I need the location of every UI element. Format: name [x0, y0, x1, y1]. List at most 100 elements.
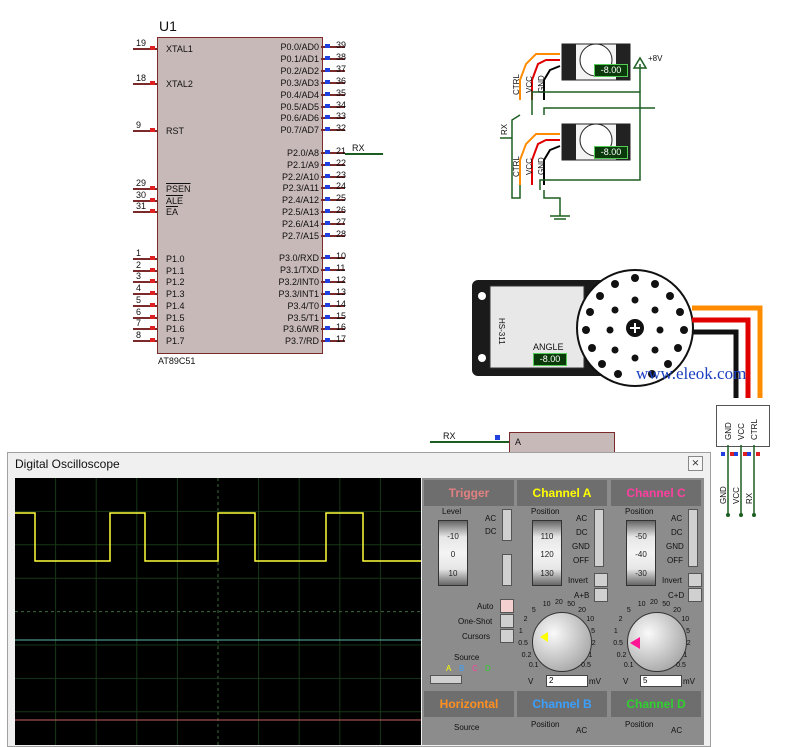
mcu-pin-number: 24	[336, 181, 347, 191]
channel-c-position-label: Position	[625, 507, 654, 516]
mcu-pin-number: 15	[336, 311, 347, 321]
mcu-pin-marker	[150, 256, 155, 260]
dial-scale-label: 2	[618, 616, 623, 624]
window-title: Digital Oscilloscope	[15, 457, 120, 471]
dial-scale-label: 2	[523, 616, 528, 624]
dial-scale-label: 0.1	[623, 662, 634, 670]
mcu-pin-name: P2.5/A13	[281, 207, 319, 217]
mcu-pin-name: P0.4/AD4	[280, 90, 319, 100]
mcu-pin-number: 16	[336, 322, 347, 332]
trigger-ac: AC	[485, 514, 497, 523]
trigger-source-label: Source	[454, 653, 480, 662]
servo2-readout: -8.00	[594, 146, 628, 159]
mcu-pin-number: 22	[336, 158, 347, 168]
mcu-pin-number: 34	[336, 100, 347, 110]
channel-c-coupling-switch[interactable]	[688, 509, 698, 567]
mcu-pin-name: XTAL1	[166, 44, 193, 54]
mcu-pin-name: P2.6/A14	[281, 219, 319, 229]
trigger-coupling-switch[interactable]	[502, 509, 512, 541]
trigger-mode-oneshot: One-Shot	[458, 617, 493, 626]
mcu-pin-number: 11	[336, 263, 346, 273]
close-icon[interactable]: ⨯	[688, 456, 703, 471]
mcu-pin-marker	[150, 186, 155, 190]
mcu-pin-name: P3.3/INT1	[278, 289, 319, 299]
mcu-reference: U1	[159, 18, 177, 34]
scope-display[interactable]	[15, 478, 421, 745]
connector-ctrl: CTRL	[750, 419, 759, 440]
mcu-pin-number: 27	[336, 217, 347, 227]
dial-scale-label: 10	[637, 601, 646, 609]
mcu-pin-name: P2.7/A15	[281, 231, 319, 241]
channel-a-ac: AC	[576, 514, 588, 523]
dial-scale-label: 1	[613, 627, 618, 635]
dial-scale-label: 2	[686, 640, 691, 648]
channel-c-gnd: GND	[666, 542, 684, 551]
mcu-pin-name: P3.4/T0	[287, 301, 319, 311]
dial-scale-label: 50	[662, 601, 671, 609]
mcu-pin-marker	[325, 326, 330, 330]
channel-c-combine-button[interactable]	[688, 588, 702, 602]
channel-a-dial-pointer	[540, 632, 548, 642]
dial-scale-label: 1	[683, 652, 688, 660]
mcu-pin-number: 31	[136, 201, 147, 211]
servo2-ctrl-pin: CTRL	[512, 156, 521, 177]
mcu-pin-name: P3.2/INT0	[278, 277, 319, 287]
mcu-pin-number: 7	[136, 318, 142, 328]
channel-a-coupling-switch[interactable]	[594, 509, 604, 567]
channel-c-dial-pointer	[630, 637, 640, 649]
mcu-pin-marker	[150, 81, 155, 85]
mcu-pin-marker	[325, 255, 330, 259]
mcu-pin-marker	[150, 326, 155, 330]
horizontal-header: Horizontal	[424, 691, 514, 717]
mcu-pin-name: P0.1/AD1	[280, 54, 319, 64]
mcu-pin-marker	[325, 267, 330, 271]
channel-c-invert-button[interactable]	[688, 573, 702, 587]
mcu-pin-number: 10	[336, 251, 347, 261]
mcu-pin-name: P0.6/AD6	[280, 113, 319, 123]
trigger-cursors-button[interactable]	[500, 629, 514, 643]
dial-scale-label: 20	[650, 599, 658, 606]
mcu-pin-name: P1.6	[166, 324, 185, 334]
large-servo-angle-label: ANGLE	[533, 342, 564, 352]
channel-d-position-label: Position	[625, 720, 654, 729]
mcu-pin-name: P1.2	[166, 277, 185, 287]
trigger-edge-switch[interactable]	[502, 554, 512, 586]
mcu-pin-name: RST	[166, 126, 184, 136]
connector-gnd: GND	[724, 422, 733, 440]
channel-a-invert-button[interactable]	[594, 573, 608, 587]
mcu-pin-number: 33	[336, 111, 347, 121]
channel-c-dial-value: 5	[640, 675, 682, 687]
trigger-tick-10: 10	[448, 569, 458, 578]
mcu-pin-number: 9	[136, 120, 142, 130]
channel-d-ac: AC	[671, 726, 683, 735]
channel-d-header: Channel D	[611, 691, 701, 717]
mcu-pin-name: P3.5/T1	[287, 313, 319, 323]
large-servo-readout: -8.00	[533, 353, 567, 366]
dial-scale-label: 5	[531, 607, 536, 615]
mcu-pin-number: 39	[336, 40, 347, 50]
connector-leads	[721, 445, 760, 517]
channel-a-invert: Invert	[568, 576, 589, 585]
dial-scale-label: 1	[588, 652, 593, 660]
trigger-source-slider[interactable]	[430, 675, 462, 684]
dial-scale-label: 5	[686, 627, 690, 635]
dial-scale-label: 2	[591, 640, 596, 648]
mcu-pin-marker	[150, 291, 155, 295]
scope-component-pin: A	[515, 437, 522, 447]
mcu-pin-number: 5	[136, 295, 142, 305]
trigger-auto-button[interactable]	[500, 599, 514, 613]
mcu-pin-number: 23	[336, 170, 347, 180]
probe-pin-marker	[495, 435, 500, 440]
channel-a-tick-110: 110	[540, 532, 554, 541]
mcu-pin-name: P0.5/AD5	[280, 102, 319, 112]
trigger-oneshot-button[interactable]	[500, 614, 514, 628]
channel-c-dial-v: V	[623, 677, 629, 686]
channel-a-combine-button[interactable]	[594, 588, 608, 602]
mcu-pin-marker	[325, 92, 330, 96]
channel-a-off: OFF	[573, 556, 589, 565]
mcu-pin-number: 3	[136, 271, 142, 281]
mcu-pin-name: P0.7/AD7	[280, 125, 319, 135]
dial-scale-label: 0.5	[676, 662, 686, 670]
mcu-pin-marker	[325, 44, 330, 48]
channel-a-dial-mv: mV	[589, 677, 601, 686]
